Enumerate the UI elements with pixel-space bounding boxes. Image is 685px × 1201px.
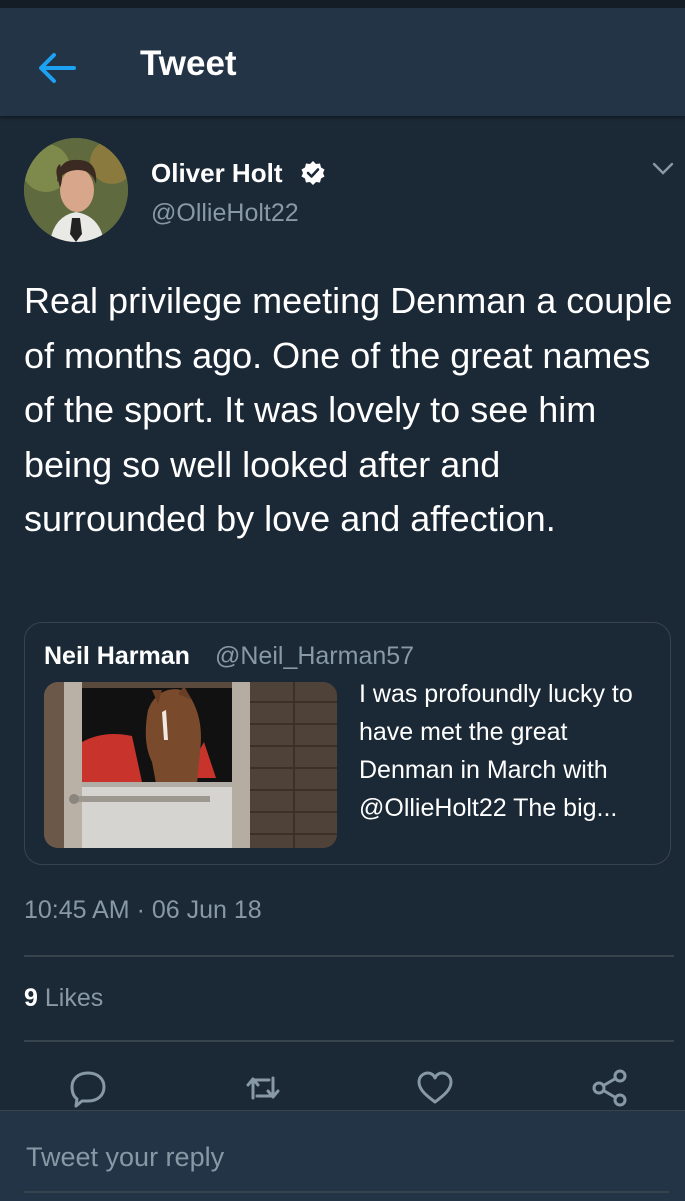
author-avatar[interactable] (24, 138, 128, 242)
reply-input-underline (24, 1191, 669, 1193)
reply-input[interactable] (24, 1131, 668, 1183)
divider (24, 955, 674, 957)
quoted-tweet-text: I was profoundly lucky to have met the g… (359, 680, 633, 822)
retweet-icon[interactable] (243, 1068, 283, 1108)
quoted-author-handle: @Neil_Harman57 (215, 642, 415, 670)
author-handle[interactable]: @OllieHolt22 (151, 199, 299, 228)
reply-icon[interactable] (68, 1068, 108, 1108)
app-header: Tweet (0, 8, 685, 116)
heart-icon[interactable] (415, 1068, 455, 1108)
reply-bar (0, 1110, 685, 1201)
tweet-text: Real privilege meeting Denman a couple o… (24, 280, 673, 539)
likes-count[interactable]: 9 Likes (24, 984, 103, 1013)
chevron-down-icon[interactable] (648, 158, 678, 180)
status-bar-strip (0, 0, 685, 8)
verified-badge-icon (301, 161, 325, 185)
likes-number: 9 (24, 984, 38, 1012)
arrow-left-icon (39, 53, 76, 83)
tweet-timestamp: 10:45 AM · 06 Jun 18 (24, 896, 262, 924)
divider (24, 1040, 674, 1042)
quoted-tweet-image[interactable] (44, 682, 337, 848)
page-title: Tweet (140, 44, 237, 83)
back-button[interactable] (34, 48, 82, 88)
author-name[interactable]: Oliver Holt (151, 158, 282, 189)
avatar-photo (24, 138, 128, 242)
horse-photo (44, 682, 337, 848)
quoted-author-name: Neil Harman (44, 642, 190, 670)
share-icon[interactable] (590, 1068, 630, 1108)
quoted-tweet-card[interactable]: Neil Harman @Neil_Harman57 I was profoun… (24, 622, 671, 865)
likes-label: Likes (44, 984, 104, 1012)
